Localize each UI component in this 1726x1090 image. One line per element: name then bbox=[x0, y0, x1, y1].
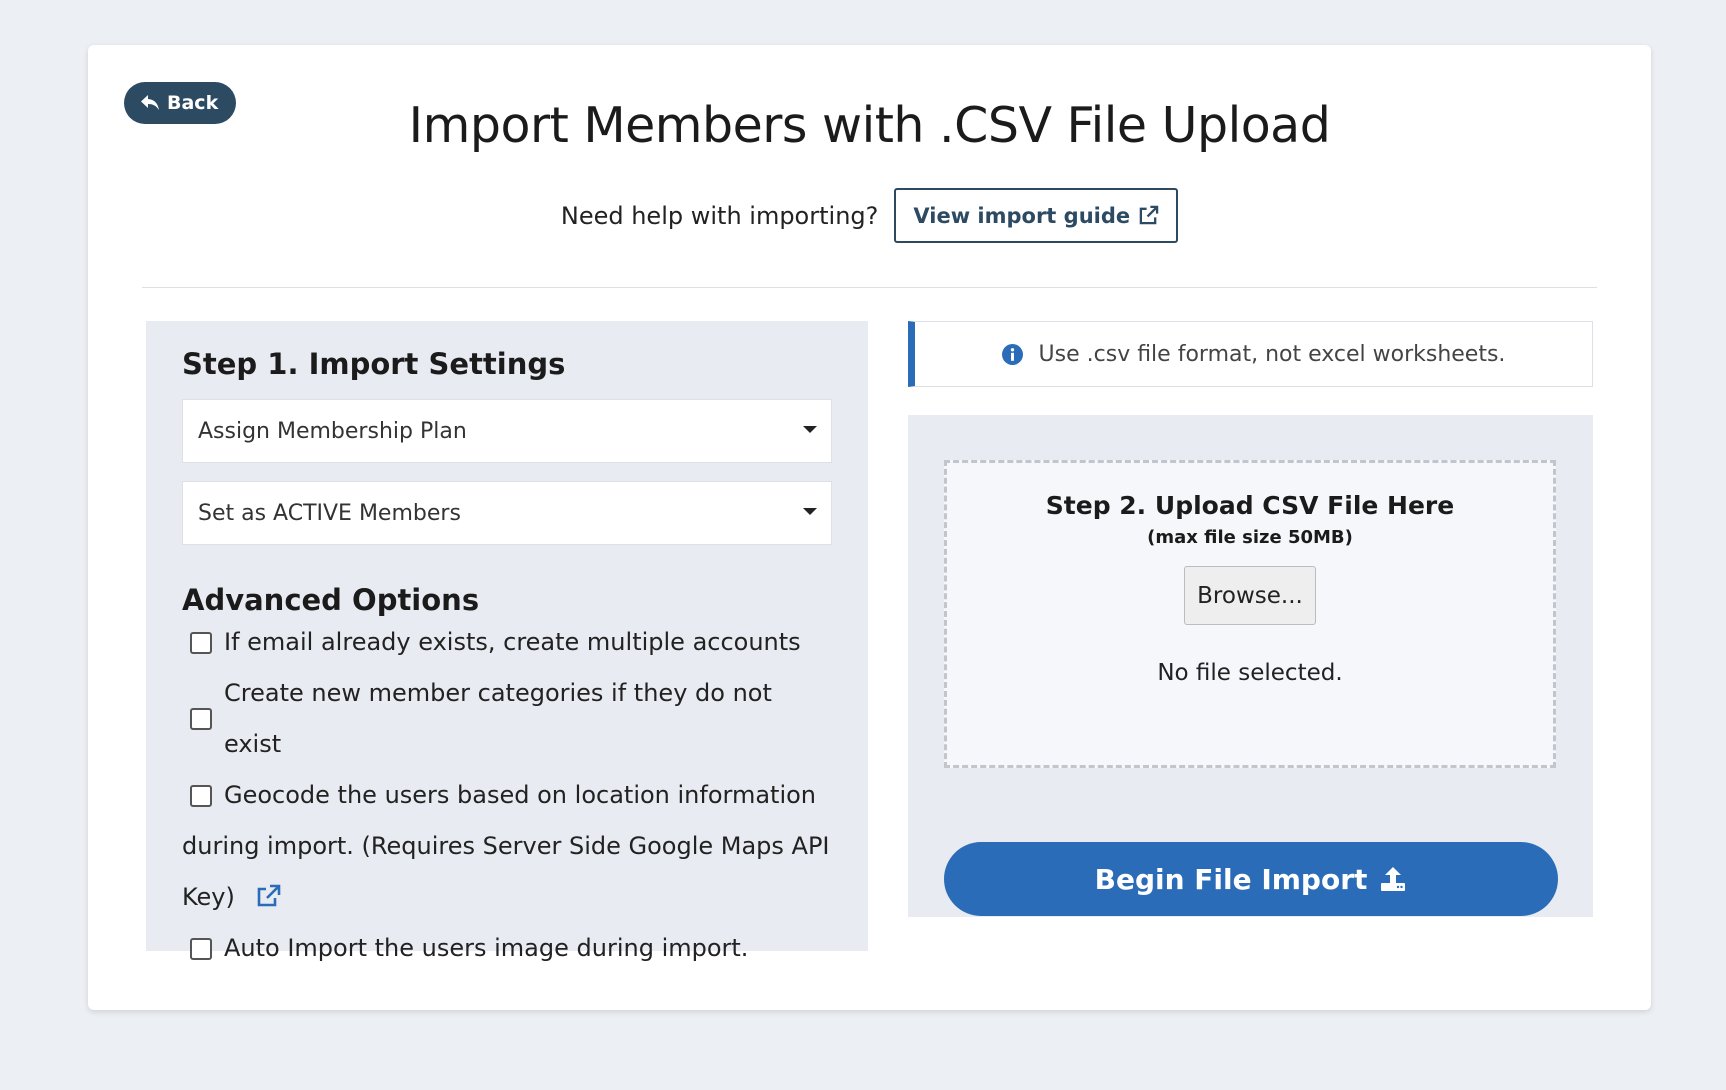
header-divider bbox=[142, 287, 1597, 288]
option-label-key: Key) bbox=[182, 883, 235, 911]
membership-plan-select[interactable]: Assign Membership Plan bbox=[182, 399, 832, 463]
option-multiple-accounts: If email already exists, create multiple… bbox=[182, 617, 832, 668]
file-dropzone[interactable]: Step 2. Upload CSV File Here (max file s… bbox=[944, 460, 1556, 768]
membership-plan-value: Assign Membership Plan bbox=[198, 418, 467, 444]
option-label-end: Key) bbox=[182, 872, 832, 923]
begin-import-button[interactable]: Begin File Import bbox=[944, 842, 1558, 916]
member-status-value: Set as ACTIVE Members bbox=[198, 500, 461, 526]
guide-label: View import guide bbox=[913, 203, 1131, 228]
begin-import-label: Begin File Import bbox=[1094, 862, 1368, 896]
option-label: If email already exists, create multiple… bbox=[224, 628, 801, 656]
step1-title: Step 1. Import Settings bbox=[182, 347, 566, 381]
info-alert: Use .csv file format, not excel workshee… bbox=[908, 321, 1593, 387]
chevron-down-icon bbox=[803, 426, 817, 433]
advanced-options-title: Advanced Options bbox=[182, 583, 480, 617]
upload-panel: Step 2. Upload CSV File Here (max file s… bbox=[908, 415, 1593, 917]
option-auto-import-image: Auto Import the users image during impor… bbox=[182, 923, 832, 974]
view-import-guide-button[interactable]: View import guide bbox=[894, 188, 1179, 243]
option-label: Create new member categories if they do … bbox=[224, 679, 772, 758]
option-label-continued: during import. (Requires Server Side Goo… bbox=[182, 832, 830, 860]
import-settings-panel: Step 1. Import Settings Assign Membershi… bbox=[146, 321, 868, 962]
member-status-select[interactable]: Set as ACTIVE Members bbox=[182, 481, 832, 545]
upload-icon bbox=[1381, 867, 1406, 891]
geocode-checkbox[interactable] bbox=[190, 784, 212, 807]
info-text: Use .csv file format, not excel workshee… bbox=[1038, 341, 1506, 367]
chevron-down-icon bbox=[803, 508, 817, 515]
file-status: No file selected. bbox=[1157, 660, 1343, 686]
create-categories-checkbox[interactable] bbox=[190, 708, 212, 730]
option-create-categories: Create new member categories if they do … bbox=[182, 668, 832, 770]
import-card: Back Import Members with .CSV File Uploa… bbox=[88, 45, 1651, 1010]
external-link-icon bbox=[1139, 205, 1159, 225]
auto-import-image-checkbox[interactable] bbox=[190, 937, 212, 960]
browse-button[interactable]: Browse... bbox=[1184, 566, 1316, 625]
info-circle-icon bbox=[1001, 343, 1023, 365]
page-title: Import Members with .CSV File Upload bbox=[408, 97, 1331, 154]
option-label: Auto Import the users image during impor… bbox=[224, 934, 749, 962]
step2-title: Step 2. Upload CSV File Here bbox=[1045, 491, 1455, 520]
option-label: Geocode the users based on location info… bbox=[224, 781, 817, 809]
help-text: Need help with importing? bbox=[560, 201, 879, 230]
external-link-icon[interactable] bbox=[255, 884, 281, 908]
multiple-accounts-checkbox[interactable] bbox=[190, 631, 212, 654]
help-row: Need help with importing? View import gu… bbox=[88, 188, 1651, 243]
option-geocode: Geocode the users based on location info… bbox=[182, 770, 832, 923]
max-file-size: (max file size 50MB) bbox=[1147, 527, 1353, 548]
